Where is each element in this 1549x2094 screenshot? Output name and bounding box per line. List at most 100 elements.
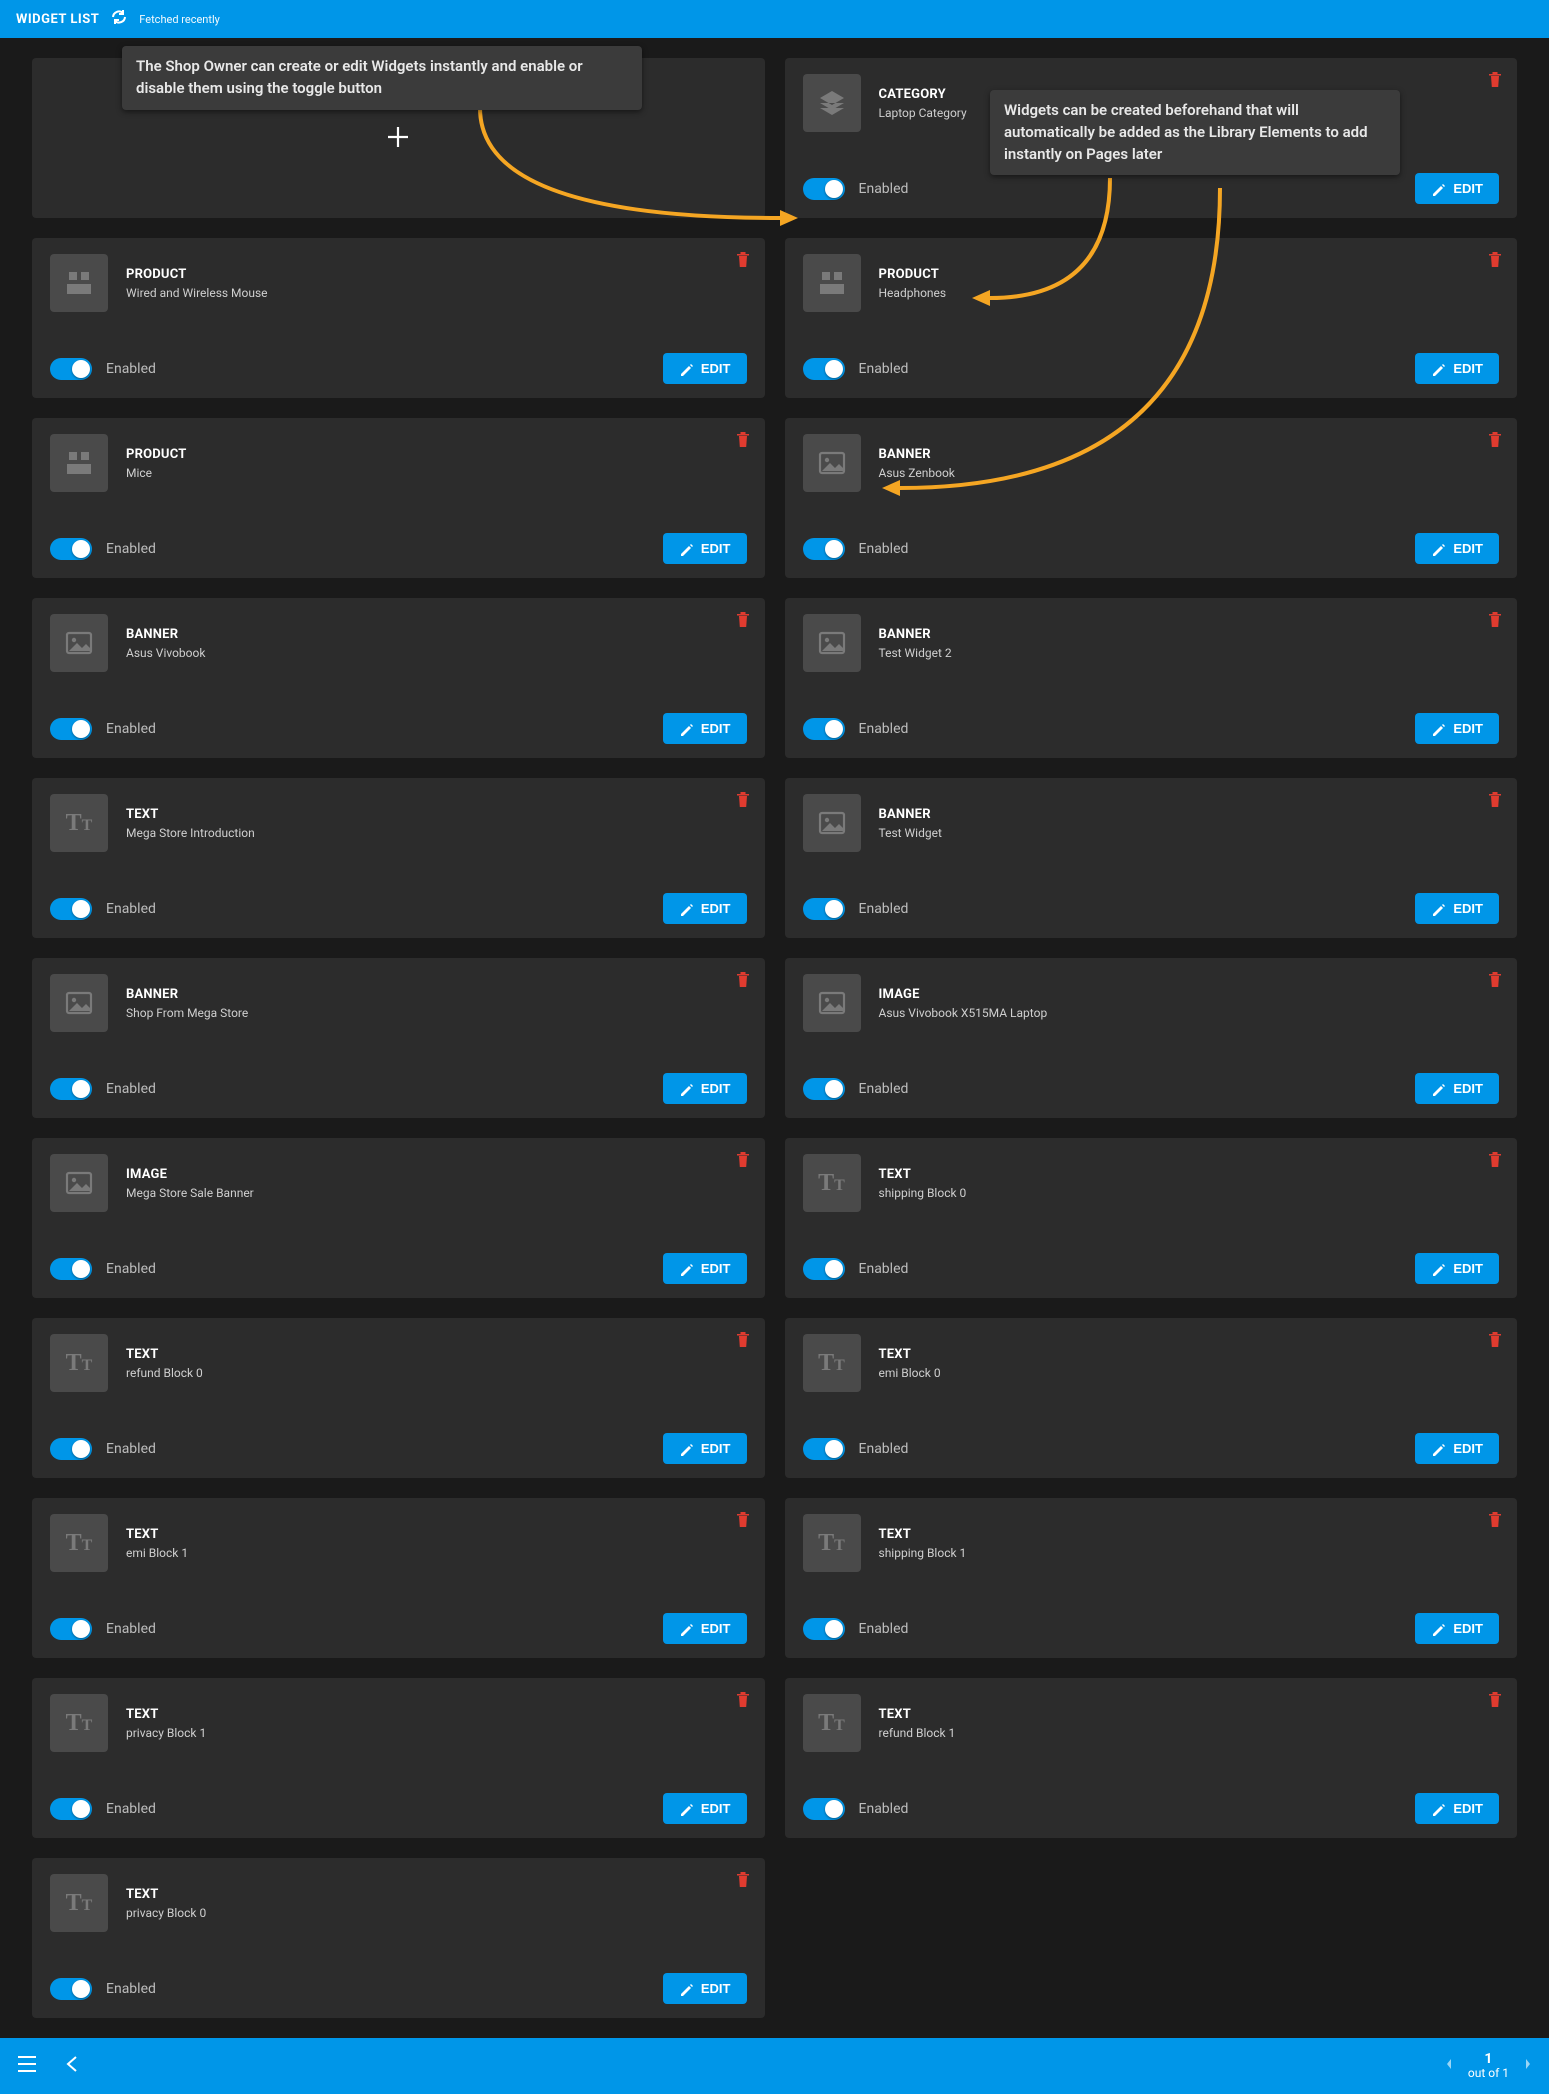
delete-button[interactable] [735,1690,751,1712]
delete-button[interactable] [735,1510,751,1532]
delete-button[interactable] [735,250,751,272]
back-icon[interactable] [62,2053,84,2079]
widget-type: TEXT [126,1347,203,1362]
enable-toggle[interactable] [803,1618,845,1640]
enable-status: Enabled [859,1261,909,1277]
widget-name: shipping Block 1 [879,1546,967,1560]
edit-label: EDIT [1453,541,1483,556]
text-icon: TT [66,1891,93,1915]
enable-toggle[interactable] [50,1618,92,1640]
delete-button[interactable] [1487,430,1503,452]
delete-button[interactable] [735,430,751,452]
widget-thumb: TT [50,1334,108,1392]
edit-button[interactable]: EDIT [1415,173,1499,204]
widget-thumb [803,794,861,852]
delete-button[interactable] [1487,1330,1503,1352]
edit-button[interactable]: EDIT [663,893,747,924]
edit-button[interactable]: EDIT [663,353,747,384]
widget-thumb: TT [803,1514,861,1572]
enable-toggle[interactable] [803,178,845,200]
edit-button[interactable]: EDIT [1415,1073,1499,1104]
pencil-icon [679,1442,693,1456]
delete-button[interactable] [1487,790,1503,812]
enable-toggle[interactable] [50,1078,92,1100]
delete-button[interactable] [735,790,751,812]
edit-button[interactable]: EDIT [663,1973,747,2004]
edit-label: EDIT [701,1981,731,1996]
delete-button[interactable] [1487,1150,1503,1172]
widget-thumb: TT [50,1514,108,1572]
edit-button[interactable]: EDIT [663,533,747,564]
widget-card: BANNERAsus ZenbookEnabledEDIT [785,418,1518,578]
edit-button[interactable]: EDIT [1415,1613,1499,1644]
widget-type: TEXT [879,1347,941,1362]
edit-button[interactable]: EDIT [663,713,747,744]
widget-name: Test Widget [879,826,942,840]
edit-button[interactable]: EDIT [1415,533,1499,564]
enable-toggle[interactable] [803,898,845,920]
enable-toggle[interactable] [803,1438,845,1460]
enable-toggle[interactable] [50,898,92,920]
delete-button[interactable] [1487,610,1503,632]
enable-status: Enabled [106,361,156,377]
pencil-icon [679,722,693,736]
enable-toggle[interactable] [803,1078,845,1100]
enable-toggle[interactable] [803,1798,845,1820]
delete-button[interactable] [1487,970,1503,992]
text-icon: TT [66,1351,93,1375]
edit-button[interactable]: EDIT [663,1073,747,1104]
delete-button[interactable] [735,1870,751,1892]
text-icon: TT [66,1711,93,1735]
delete-button[interactable] [1487,250,1503,272]
widget-card: PRODUCTMiceEnabledEDIT [32,418,765,578]
edit-button[interactable]: EDIT [1415,893,1499,924]
edit-button[interactable]: EDIT [663,1433,747,1464]
delete-button[interactable] [1487,70,1503,92]
edit-button[interactable]: EDIT [663,1793,747,1824]
enable-status: Enabled [106,721,156,737]
topbar: WIDGET LIST Fetched recently [0,0,1549,38]
enable-toggle[interactable] [803,358,845,380]
enable-toggle[interactable] [50,1258,92,1280]
menu-icon[interactable] [16,2053,38,2079]
edit-button[interactable]: EDIT [1415,713,1499,744]
delete-button[interactable] [735,1330,751,1352]
enable-toggle[interactable] [50,1798,92,1820]
edit-button[interactable]: EDIT [1415,1253,1499,1284]
widget-card: PRODUCTHeadphonesEnabledEDIT [785,238,1518,398]
pencil-icon [1431,542,1445,556]
enable-toggle[interactable] [50,1978,92,2000]
page-title: WIDGET LIST [16,12,99,27]
enable-toggle[interactable] [50,358,92,380]
delete-button[interactable] [735,1150,751,1172]
page-prev[interactable] [1444,2057,1454,2074]
widget-thumb: TT [50,794,108,852]
widget-thumb [803,74,861,132]
enable-toggle[interactable] [50,538,92,560]
enable-toggle[interactable] [803,718,845,740]
edit-button[interactable]: EDIT [1415,1793,1499,1824]
pencil-icon [679,1622,693,1636]
edit-button[interactable]: EDIT [1415,1433,1499,1464]
refresh-icon[interactable] [111,9,127,29]
enable-toggle[interactable] [50,1438,92,1460]
edit-button[interactable]: EDIT [1415,353,1499,384]
enable-toggle[interactable] [50,718,92,740]
enable-status: Enabled [106,1081,156,1097]
edit-label: EDIT [1453,1081,1483,1096]
pencil-icon [1431,362,1445,376]
delete-button[interactable] [735,610,751,632]
pencil-icon [1431,182,1445,196]
delete-button[interactable] [735,970,751,992]
page-next[interactable] [1523,2057,1533,2074]
edit-label: EDIT [701,1081,731,1096]
enable-toggle[interactable] [803,538,845,560]
edit-label: EDIT [701,1441,731,1456]
edit-button[interactable]: EDIT [663,1613,747,1644]
widget-name: Mega Store Sale Banner [126,1186,254,1200]
edit-button[interactable]: EDIT [663,1253,747,1284]
enable-toggle[interactable] [803,1258,845,1280]
delete-button[interactable] [1487,1510,1503,1532]
delete-button[interactable] [1487,1690,1503,1712]
edit-label: EDIT [1453,1801,1483,1816]
